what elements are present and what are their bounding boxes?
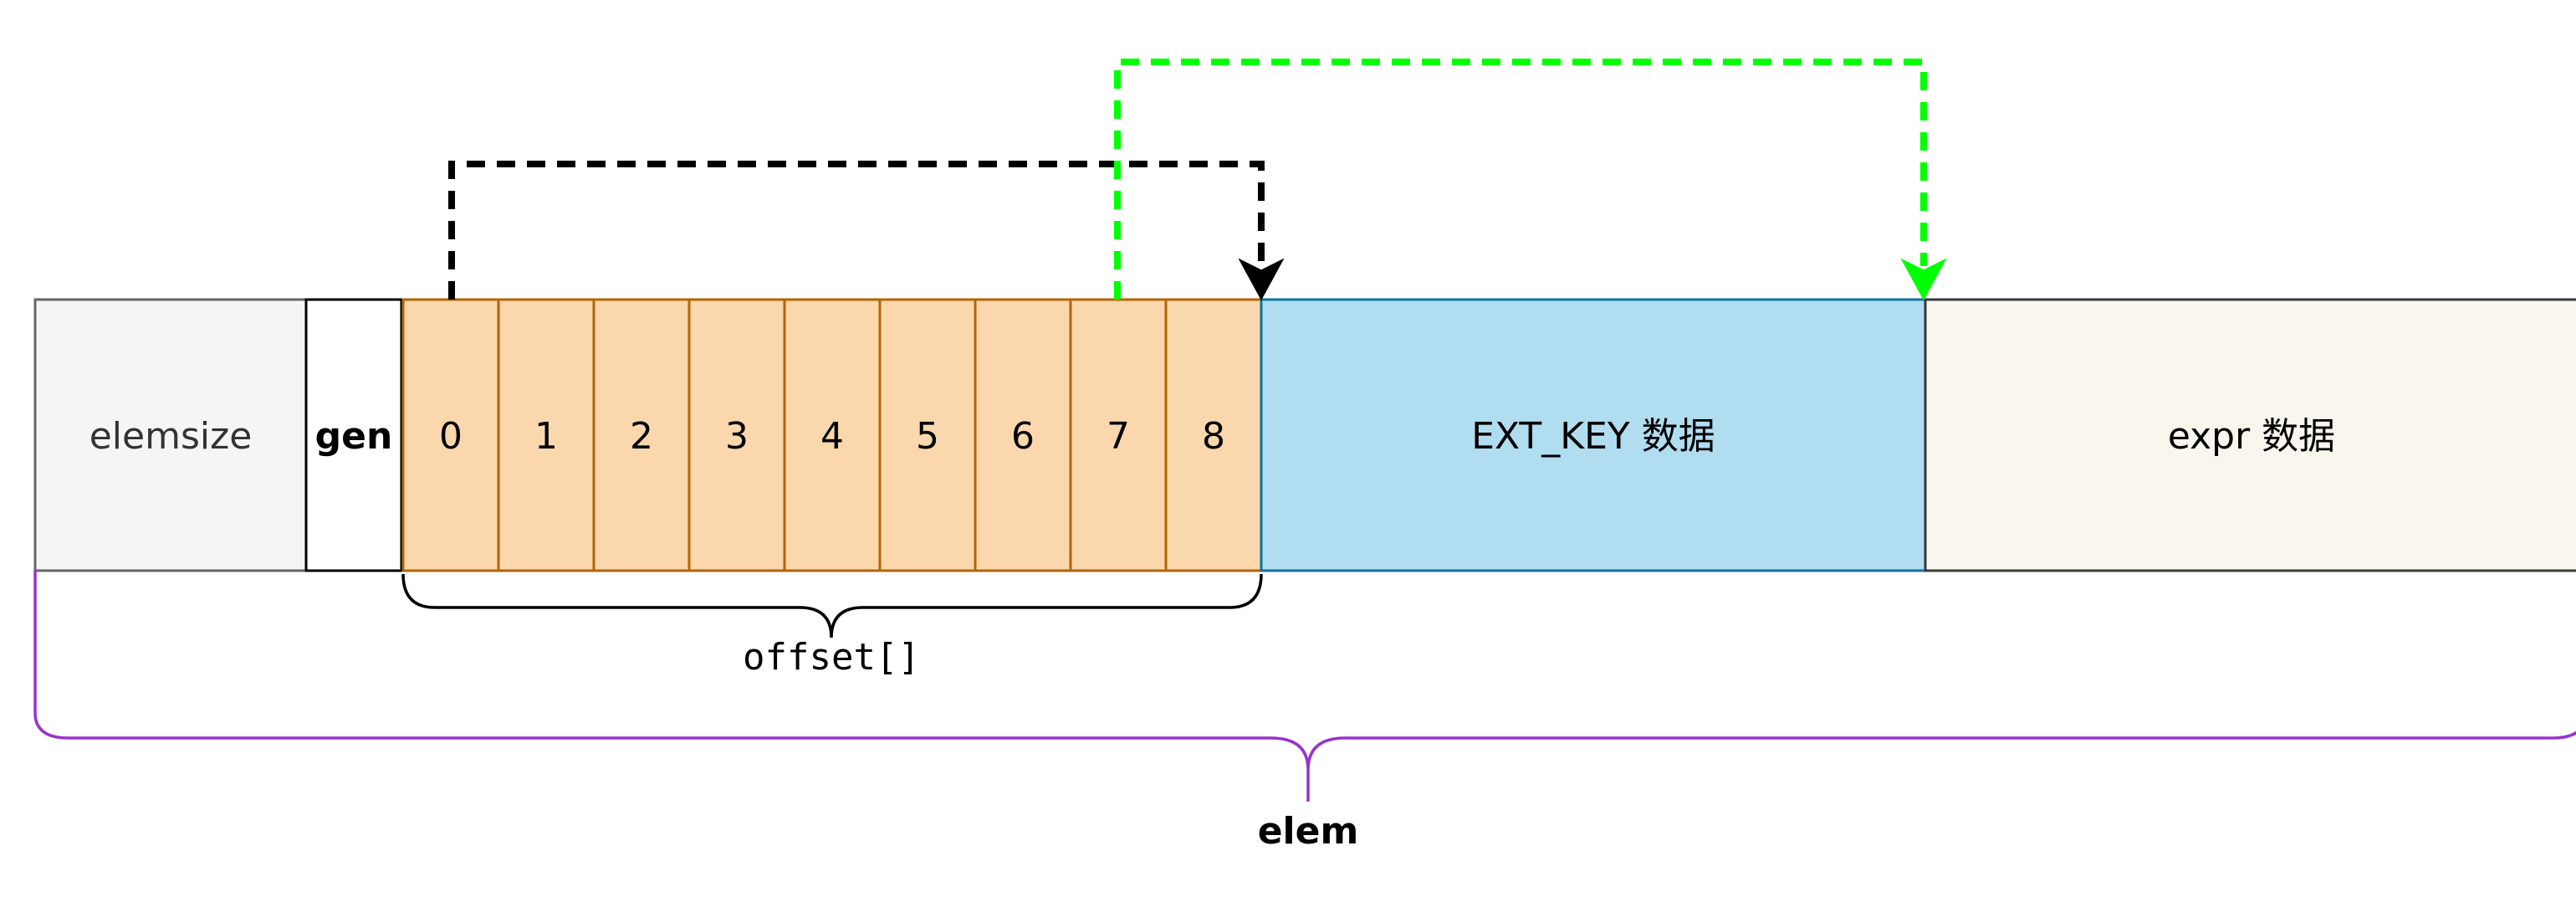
offset-array: 0 1 2 3 4 5 6 7 8 xyxy=(401,298,1263,572)
offset-cell-label: 0 xyxy=(439,415,463,458)
offset-cell-label: 2 xyxy=(630,415,653,458)
offset-cell-label: 6 xyxy=(1011,415,1035,458)
offset-cell-label: 8 xyxy=(1202,415,1225,458)
ext-key-segment: EXT_KEY 数据 xyxy=(1260,298,1927,572)
elem-brace-label: elem xyxy=(1258,810,1359,853)
offset-cell-label: 1 xyxy=(534,415,558,458)
black-arrowhead-icon xyxy=(1238,258,1285,301)
offset-brace-label: offset[] xyxy=(743,636,920,679)
offset-brace-icon xyxy=(401,573,1263,638)
elemsize-label: elemsize xyxy=(89,415,253,458)
expr-label: expr 数据 xyxy=(2168,415,2335,458)
expr-segment: expr 数据 xyxy=(1924,298,2576,572)
elem-layout-diagram: elemsize gen 0 1 2 3 4 5 6 7 8 EXT_KEY 数据 expr 数… xyxy=(33,59,2576,853)
elem-brace-icon xyxy=(33,571,2576,802)
green-arrowhead-icon xyxy=(1900,258,1947,301)
ext-key-label: EXT_KEY 数据 xyxy=(1471,415,1715,458)
elemsize-segment: elemsize xyxy=(33,298,308,572)
offset-cell-label: 7 xyxy=(1107,415,1130,458)
offset-cell-label: 5 xyxy=(916,415,939,458)
offset-cell-label: 3 xyxy=(725,415,749,458)
gen-label: gen xyxy=(315,415,393,458)
offset-0-pointer-arrow xyxy=(448,161,1285,301)
offset-cell-label: 4 xyxy=(820,415,844,458)
gen-segment: gen xyxy=(304,298,403,572)
elem-brace: elem xyxy=(33,571,2576,853)
offset-brace: offset[] xyxy=(401,573,1263,679)
